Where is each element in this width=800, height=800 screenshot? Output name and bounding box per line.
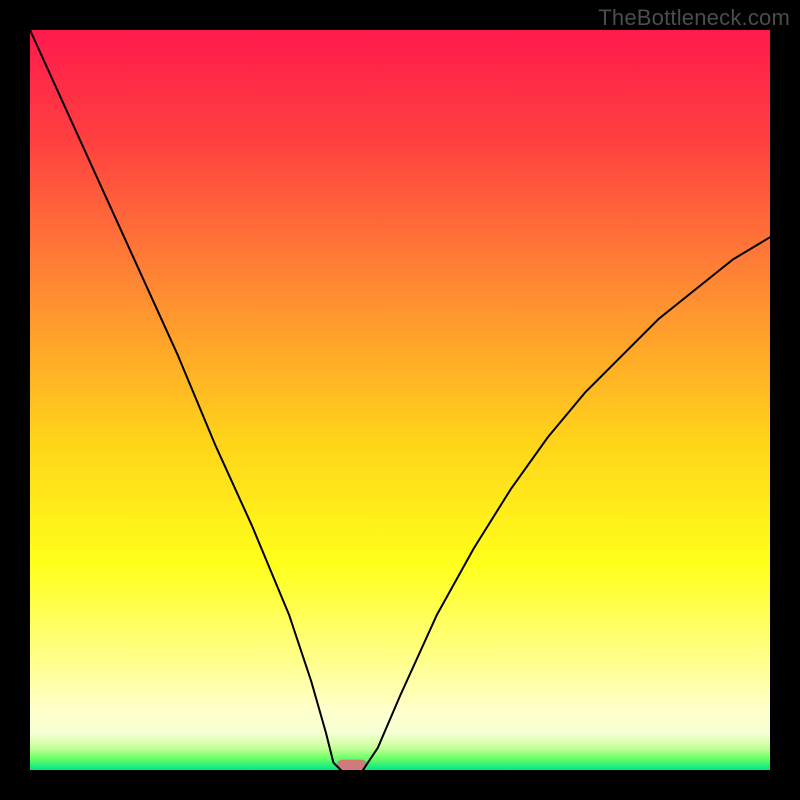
watermark-text: TheBottleneck.com: [598, 5, 790, 31]
chart-background: [30, 30, 770, 770]
chart-svg: [30, 30, 770, 770]
chart-frame: TheBottleneck.com: [0, 0, 800, 800]
bottleneck-marker: [337, 760, 367, 770]
bottleneck-chart: [30, 30, 770, 770]
